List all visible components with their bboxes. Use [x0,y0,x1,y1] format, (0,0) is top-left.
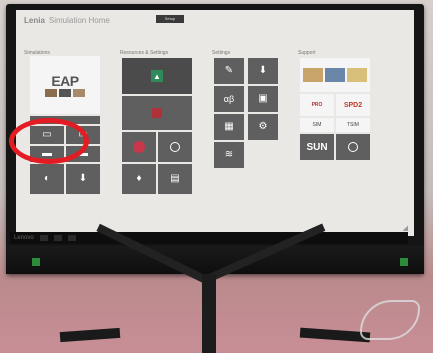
taskbar-item-1[interactable] [39,235,48,241]
sim-tile[interactable]: SIM [300,118,334,132]
taskbar-item-2[interactable] [53,235,62,241]
section-settings: Settings [212,50,231,56]
sun-tile[interactable]: SUN [300,134,334,160]
spd2-label: SPD2 [343,101,363,109]
eap-tile[interactable]: EAP [30,56,100,114]
refresh-icon [170,142,180,152]
settings-tile-7[interactable]: ≋ [214,142,244,168]
tools-icon: ✎ [224,65,234,76]
section-support: Support [298,50,316,56]
resource-tile-6[interactable]: ▤ [158,164,192,194]
globe-icon: ◐ [43,173,51,184]
power-led-right [400,258,408,266]
app-brand: Lenia [24,15,45,25]
record-icon [133,141,145,153]
stand-neck [202,274,216,353]
pro-tile[interactable]: PRO [300,94,334,116]
triangle-icon: ▲ [151,70,163,82]
globe-icon-2 [348,142,358,152]
app-titlebar: Lenia Simulation Home [16,10,414,30]
settings-tile-2[interactable]: ⬇ [248,58,278,84]
settings-tile-1[interactable]: ✎ [214,58,244,84]
alpha-beta-tile[interactable]: αβ [214,86,244,112]
support-tile-1[interactable] [300,58,370,92]
sim-tile-5[interactable]: ◐ [30,164,64,194]
download-icon-2: ⬇ [258,65,268,76]
settings-tile-4[interactable]: ▣ [248,86,278,112]
notes-icon: ▤ [170,173,180,184]
wifi-icon: ≋ [224,149,234,160]
alpha-beta-label: αβ [223,94,235,104]
resource-tile-2[interactable] [122,96,192,130]
taskbar-brand: Lenovo [14,235,34,241]
spd2-tile[interactable]: SPD2 [336,94,370,116]
gear-icon: ⚙ [258,121,268,132]
pro-label: PRO [311,102,323,108]
highlight-annotation [9,118,89,164]
download-tile[interactable]: ⬇ [66,164,100,194]
download-icon: ⬇ [78,173,88,184]
resource-tile-1[interactable]: ▲ [122,58,192,94]
sim-label: SIM [312,122,322,128]
tsim-tile[interactable]: TSIM [336,118,370,132]
app-title: Simulation Home [48,15,110,25]
resource-tile-4[interactable] [158,132,192,162]
resize-icon[interactable]: ◢ [403,224,408,232]
support-photo-strip-1 [303,68,367,82]
section-resources: Resources & Settings [120,50,169,56]
drop-icon: ♦ [136,173,142,184]
resource-tile-3[interactable] [122,132,156,162]
red-square-icon [152,108,162,118]
globe-tile[interactable] [336,134,370,160]
taskbar: Lenovo [10,232,408,244]
windows-icon: ▦ [224,121,234,132]
setup-button[interactable]: Setup [156,15,184,23]
sun-label: SUN [306,141,328,153]
eap-logo: EAP [51,73,79,89]
image-icon: ▣ [258,93,268,104]
tsim-label: TSIM [347,122,359,128]
eap-photo-strip [45,89,85,97]
taskbar-item-3[interactable] [67,235,76,241]
settings-tile-6[interactable]: ⚙ [248,114,278,140]
resource-tile-5[interactable]: ♦ [122,164,156,194]
power-led-left [32,258,40,266]
settings-tile-5[interactable]: ▦ [214,114,244,140]
